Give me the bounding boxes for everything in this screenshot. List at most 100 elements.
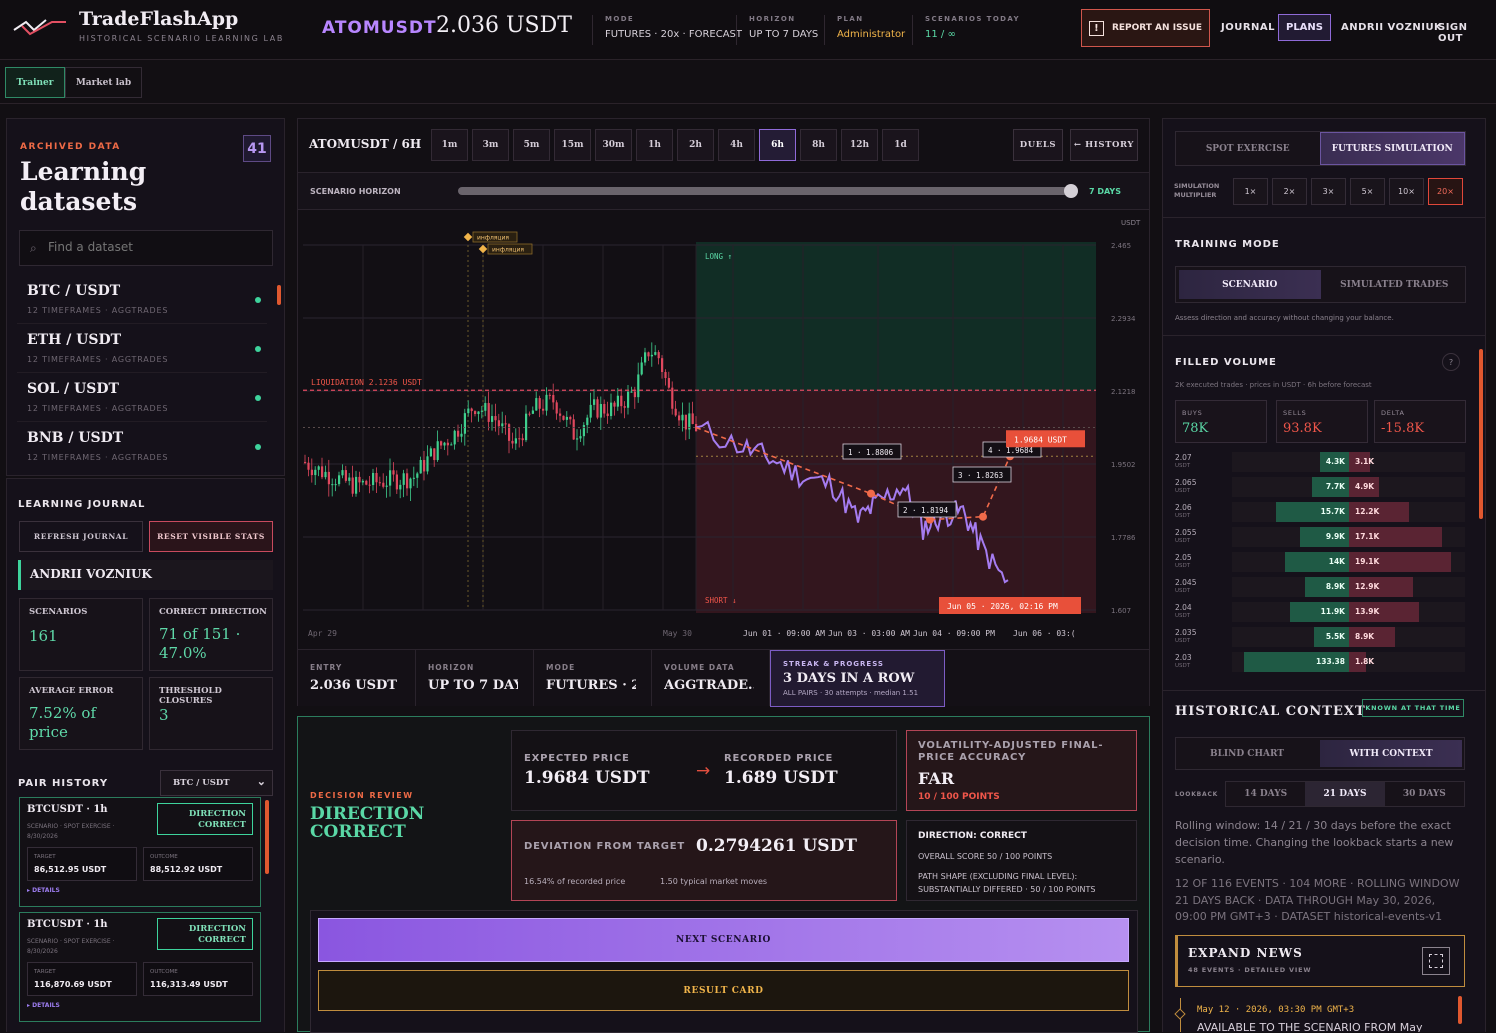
- tab-spot-exercise[interactable]: SPOT EXERCISE: [1176, 132, 1320, 165]
- timeframe-1h[interactable]: 1h: [636, 129, 673, 161]
- y-tick-label: 2.2934: [1111, 315, 1136, 323]
- candle-body: [531, 410, 534, 414]
- scrollbar[interactable]: [265, 800, 269, 874]
- expand-news-button[interactable]: EXPAND NEWS 48 EVENTS · DETAILED VIEW: [1175, 935, 1465, 987]
- duels-button[interactable]: DUELS: [1013, 129, 1063, 161]
- candle-body: [562, 415, 565, 420]
- timeframe-15m[interactable]: 15m: [554, 129, 591, 161]
- history-button[interactable]: ← HISTORY: [1070, 129, 1138, 161]
- lookback-21[interactable]: 21 DAYS: [1305, 782, 1385, 806]
- slider-handle[interactable]: [1064, 184, 1078, 198]
- x-tick-label: Jun 06 · 03:(: [1013, 629, 1076, 638]
- timeframe-3m[interactable]: 3m: [472, 129, 509, 161]
- candle-body: [542, 408, 545, 411]
- timeframe-6h[interactable]: 6h: [759, 129, 796, 161]
- multiplier-10x[interactable]: 10×: [1389, 178, 1424, 205]
- short-label: SHORT ↓: [705, 596, 737, 605]
- tab-trainer[interactable]: Trainer: [5, 67, 65, 98]
- deviation-card: DEVIATION FROM TARGET 0.2794261 USDT 16.…: [511, 820, 897, 901]
- candle-body: [463, 413, 466, 434]
- refresh-journal-button[interactable]: REFRESH JOURNAL: [19, 521, 143, 552]
- next-scenario-button[interactable]: NEXT SCENARIO: [318, 918, 1129, 962]
- history-card[interactable]: BTCUSDT · 1h SCENARIO · SPOT EXERCISE · …: [19, 797, 261, 907]
- report-issue-button[interactable]: ! REPORT AN ISSUE: [1081, 9, 1210, 47]
- multiplier-20x[interactable]: 20×: [1428, 178, 1463, 205]
- candle-body: [355, 476, 358, 494]
- tab-scenario[interactable]: SCENARIO: [1179, 270, 1321, 299]
- candle-body: [640, 362, 643, 375]
- sub-bar: Trainer Market lab: [0, 60, 1496, 104]
- candle-body: [514, 438, 517, 444]
- history-card[interactable]: BTCUSDT · 1h SCENARIO · SPOT EXERCISE · …: [19, 912, 261, 1022]
- x-tick-label: Apr 29: [308, 629, 337, 638]
- app-name: TradeFlashApp: [79, 8, 239, 30]
- scrollbar[interactable]: [1479, 349, 1483, 519]
- orderbook-row: 2.03 USDT 133.38 1.8K: [1175, 652, 1465, 672]
- details-link[interactable]: ▸ DETAILS: [27, 1002, 60, 1009]
- dataset-item-bnb[interactable]: BNB / USDT 12 TIMEFRAMES · AGGTRADES: [17, 422, 267, 471]
- tab-blind-chart[interactable]: BLIND CHART: [1176, 738, 1318, 769]
- candle-body: [579, 436, 582, 439]
- candle-body: [457, 430, 460, 437]
- candle-body: [616, 395, 619, 407]
- candle-body: [620, 395, 623, 407]
- timeframe-1m[interactable]: 1m: [431, 129, 468, 161]
- reset-stats-button[interactable]: RESET VISIBLE STATS: [149, 521, 273, 552]
- y-tick-label: 2.1218: [1111, 388, 1136, 396]
- nav-plans[interactable]: PLANS: [1278, 14, 1331, 41]
- summary-card: DIRECTION: CORRECT OVERALL SCORE 50 / 10…: [906, 820, 1137, 901]
- candle-body: [460, 433, 463, 437]
- horizon-slider[interactable]: [458, 187, 1072, 195]
- forecast-label: 3 · 1.8263: [958, 471, 1003, 480]
- timeframe-30m[interactable]: 30m: [595, 129, 632, 161]
- timeframe-8h[interactable]: 8h: [800, 129, 837, 161]
- timeframe-1d[interactable]: 1d: [882, 129, 919, 161]
- search-input[interactable]: [48, 240, 258, 254]
- tab-market-lab[interactable]: Market lab: [65, 67, 142, 98]
- nav-signout[interactable]: SIGN OUT: [1438, 22, 1496, 44]
- horizon-row: SCENARIO HORIZON 7 DAYS: [298, 172, 1149, 210]
- orderbook-row: 2.045 USDT 8.9K 12.9K: [1175, 577, 1465, 597]
- timeframe-5m[interactable]: 5m: [513, 129, 550, 161]
- event-marker-label: инфляция: [492, 247, 524, 254]
- stat-correct-direction: CORRECT DIRECTION 71 of 151 · 47.0%: [149, 598, 273, 671]
- dataset-item-sol[interactable]: SOL / USDT 12 TIMEFRAMES · AGGTRADES: [17, 373, 267, 422]
- tab-simulated-trades[interactable]: SIMULATED TRADES: [1324, 267, 1466, 302]
- multiplier-5x[interactable]: 5×: [1350, 178, 1385, 205]
- details-link[interactable]: ▸ DETAILS: [27, 887, 60, 894]
- candle-body: [654, 352, 657, 355]
- tab-futures-simulation[interactable]: FUTURES SIMULATION: [1319, 132, 1465, 165]
- candle-body: [627, 391, 630, 408]
- multiplier-2x[interactable]: 2×: [1272, 178, 1307, 205]
- dataset-item-btc[interactable]: BTC / USDT 12 TIMEFRAMES · AGGTRADES: [17, 275, 267, 324]
- scrollbar[interactable]: [277, 285, 281, 305]
- training-mode-title: TRAINING MODE: [1175, 239, 1280, 250]
- candle-body: [535, 398, 538, 411]
- orderbook-row: 2.04 USDT 11.9K 13.9K: [1175, 602, 1465, 622]
- scrollbar[interactable]: [1458, 996, 1462, 1024]
- metric-plan: PLAN Administrator: [824, 15, 905, 45]
- price-chart[interactable]: LIQUIDATION 2.1236 USDT инфляция инфляция L…: [303, 215, 1146, 645]
- multiplier-3x[interactable]: 3×: [1311, 178, 1346, 205]
- nav-user[interactable]: ANDRII VOZNIUK: [1341, 22, 1442, 33]
- dataset-item-eth[interactable]: ETH / USDT 12 TIMEFRAMES · AGGTRADES: [17, 324, 267, 373]
- candle-body: [623, 406, 626, 408]
- candle-body: [555, 402, 558, 414]
- multiplier-1x[interactable]: 1×: [1233, 178, 1268, 205]
- lookback-30[interactable]: 30 DAYS: [1385, 782, 1464, 806]
- lookback-14[interactable]: 14 DAYS: [1226, 782, 1305, 806]
- candle-body: [304, 461, 307, 463]
- info-volume-data: VOLUME DATA AGGTRADE...: [652, 650, 770, 706]
- help-icon[interactable]: ?: [1442, 353, 1460, 371]
- dataset-search[interactable]: ⌕: [19, 230, 273, 266]
- timeframe-2h[interactable]: 2h: [677, 129, 714, 161]
- timeframe-12h[interactable]: 12h: [841, 129, 878, 161]
- candle-body: [392, 470, 395, 475]
- nav-journal[interactable]: JOURNAL: [1221, 22, 1275, 33]
- long-label: LONG ↑: [705, 252, 732, 261]
- pair-select[interactable]: BTC / USDT ⌄: [160, 770, 273, 796]
- current-price: 2.036 USDT: [436, 13, 572, 38]
- timeframe-4h[interactable]: 4h: [718, 129, 755, 161]
- tab-with-context[interactable]: WITH CONTEXT: [1320, 740, 1462, 767]
- result-card-button[interactable]: RESULT CARD: [318, 970, 1129, 1011]
